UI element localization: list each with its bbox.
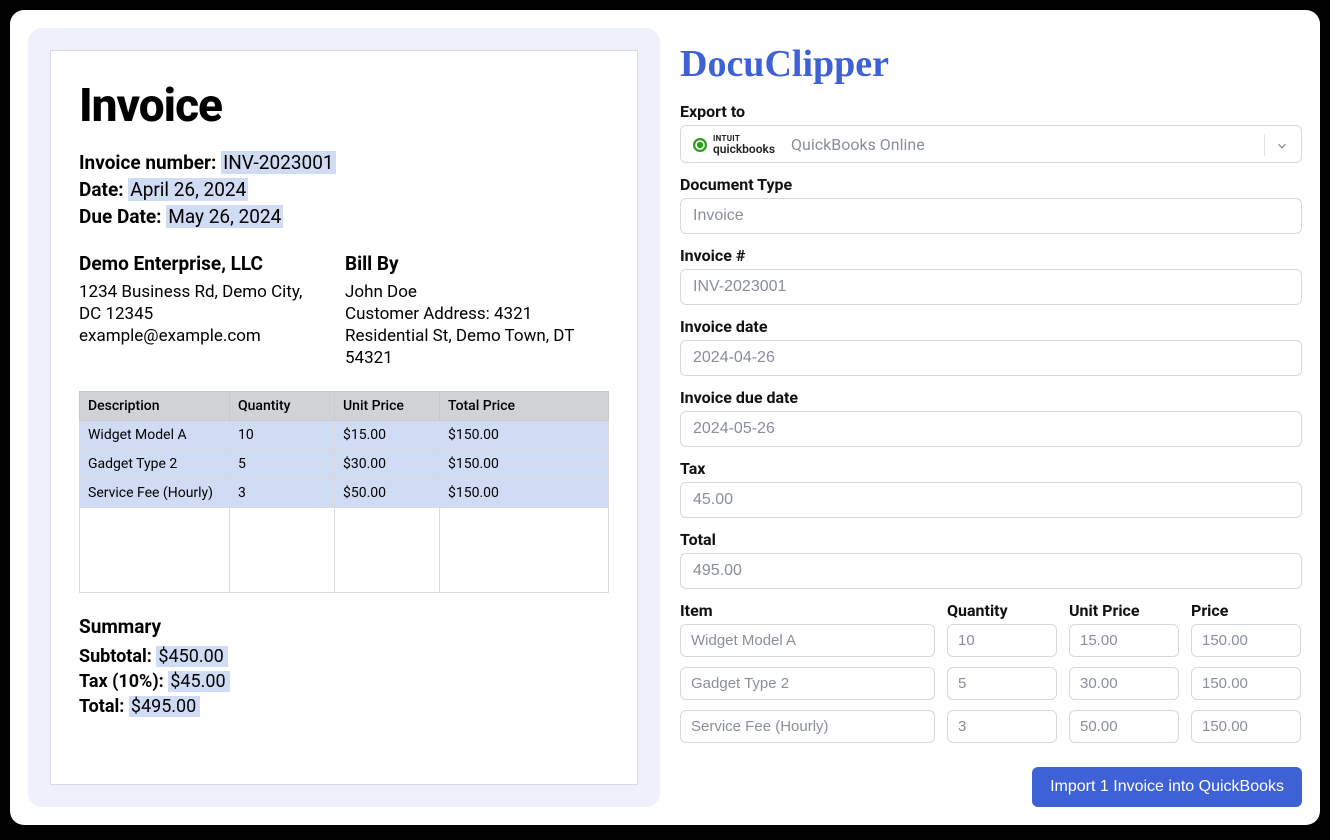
invoice-number-value: INV-2023001 <box>221 151 335 174</box>
total-field-label: Total <box>680 530 1302 549</box>
invoice-date-input[interactable] <box>680 340 1302 376</box>
seller-email: example@example.com <box>79 325 317 347</box>
seller-name: Demo Enterprise, LLC <box>79 252 317 275</box>
qty-input[interactable] <box>947 667 1057 700</box>
import-button[interactable]: Import 1 Invoice into QuickBooks <box>1032 767 1302 807</box>
table-row: Gadget Type 2 5 $30.00 $150.00 <box>80 450 609 479</box>
line-items-table: Description Quantity Unit Price Total Pr… <box>79 391 609 593</box>
export-to-select[interactable]: INTUIT quickbooks QuickBooks Online <box>680 125 1302 163</box>
qty-input[interactable] <box>947 710 1057 743</box>
cell-unit: $30.00 <box>335 450 440 479</box>
col-total-price: Total Price <box>440 392 609 421</box>
item-header: Item <box>680 601 935 620</box>
quantity-header: Quantity <box>947 601 1057 620</box>
line-item-headers: Item Quantity Unit Price Price <box>680 589 1302 624</box>
invoice-due-label: Due Date: <box>79 205 162 228</box>
tax-value: $45.00 <box>168 671 229 692</box>
total-input[interactable] <box>680 553 1302 589</box>
quickbooks-brand-text: INTUIT quickbooks <box>713 134 775 154</box>
tax-input[interactable] <box>680 482 1302 518</box>
price-input[interactable] <box>1191 667 1301 700</box>
col-description: Description <box>80 392 230 421</box>
tax-field-label: Tax <box>680 459 1302 478</box>
invoice-number-input[interactable] <box>680 269 1302 305</box>
summary-block: Summary Subtotal: $450.00 Tax (10%): $45… <box>79 615 609 717</box>
price-input[interactable] <box>1191 710 1301 743</box>
cell-total: $150.00 <box>440 450 609 479</box>
invoice-document: Invoice Invoice number: INV-2023001 Date… <box>50 50 638 785</box>
app-frame: Invoice Invoice number: INV-2023001 Date… <box>10 10 1320 825</box>
col-quantity: Quantity <box>230 392 335 421</box>
unit-input[interactable] <box>1069 667 1179 700</box>
seller-address: 1234 Business Rd, Demo City, DC 12345 <box>79 281 317 325</box>
invoice-date-value: April 26, 2024 <box>128 178 248 201</box>
seller-block: Demo Enterprise, LLC 1234 Business Rd, D… <box>79 252 317 369</box>
invoice-number-label: Invoice number: <box>79 151 216 174</box>
invoice-due-date-field-label: Invoice due date <box>680 388 1302 407</box>
item-input[interactable] <box>680 710 935 743</box>
table-row-empty <box>80 508 609 593</box>
invoice-meta: Invoice number: INV-2023001 Date: April … <box>79 151 609 228</box>
table-row: Service Fee (Hourly) 3 $50.00 $150.00 <box>80 479 609 508</box>
price-input[interactable] <box>1191 624 1301 657</box>
qty-input[interactable] <box>947 624 1057 657</box>
line-item-row <box>680 667 1302 700</box>
item-input[interactable] <box>680 667 935 700</box>
unit-input[interactable] <box>1069 624 1179 657</box>
unit-price-header: Unit Price <box>1069 601 1179 620</box>
document-preview-pane: Invoice Invoice number: INV-2023001 Date… <box>28 28 660 807</box>
invoice-due-date-input[interactable] <box>680 411 1302 447</box>
action-bar: Import 1 Invoice into QuickBooks <box>680 743 1302 807</box>
cell-total: $150.00 <box>440 421 609 450</box>
export-to-label: Export to <box>680 102 1302 121</box>
quickbooks-icon <box>693 138 707 152</box>
extraction-panel: DocuClipper Export to INTUIT quickbooks … <box>680 28 1302 807</box>
invoice-date-field-label: Invoice date <box>680 317 1302 336</box>
line-item-row <box>680 710 1302 743</box>
unit-input[interactable] <box>1069 710 1179 743</box>
cell-desc: Widget Model A <box>80 421 230 450</box>
total-label: Total: <box>79 696 124 717</box>
subtotal-label: Subtotal: <box>79 646 152 667</box>
invoice-date-label: Date: <box>79 178 124 201</box>
tax-label: Tax (10%): <box>79 671 164 692</box>
billby-block: Bill By John Doe Customer Address: 4321 … <box>345 252 595 369</box>
chevron-down-icon <box>1275 138 1289 157</box>
price-header: Price <box>1191 601 1301 620</box>
cell-desc: Gadget Type 2 <box>80 450 230 479</box>
cell-qty: 3 <box>230 479 335 508</box>
billby-name: John Doe <box>345 281 595 303</box>
item-input[interactable] <box>680 624 935 657</box>
total-value: $495.00 <box>129 696 200 717</box>
cell-desc: Service Fee (Hourly) <box>80 479 230 508</box>
cell-qty: 5 <box>230 450 335 479</box>
app-logo: DocuClipper <box>680 42 1302 86</box>
col-unit-price: Unit Price <box>335 392 440 421</box>
cell-unit: $15.00 <box>335 421 440 450</box>
table-row: Widget Model A 10 $15.00 $150.00 <box>80 421 609 450</box>
cell-total: $150.00 <box>440 479 609 508</box>
document-type-input[interactable] <box>680 198 1302 234</box>
billby-address: Customer Address: 4321 Residential St, D… <box>345 303 595 369</box>
billby-title: Bill By <box>345 252 595 275</box>
cell-qty: 10 <box>230 421 335 450</box>
subtotal-value: $450.00 <box>156 646 227 667</box>
invoice-title: Invoice <box>79 79 609 133</box>
select-separator <box>1264 134 1265 156</box>
summary-title: Summary <box>79 615 609 638</box>
invoice-due-value: May 26, 2024 <box>166 205 283 228</box>
document-type-label: Document Type <box>680 175 1302 194</box>
export-to-value: QuickBooks Online <box>791 135 925 154</box>
cell-unit: $50.00 <box>335 479 440 508</box>
invoice-number-field-label: Invoice # <box>680 246 1302 265</box>
line-item-row <box>680 624 1302 657</box>
